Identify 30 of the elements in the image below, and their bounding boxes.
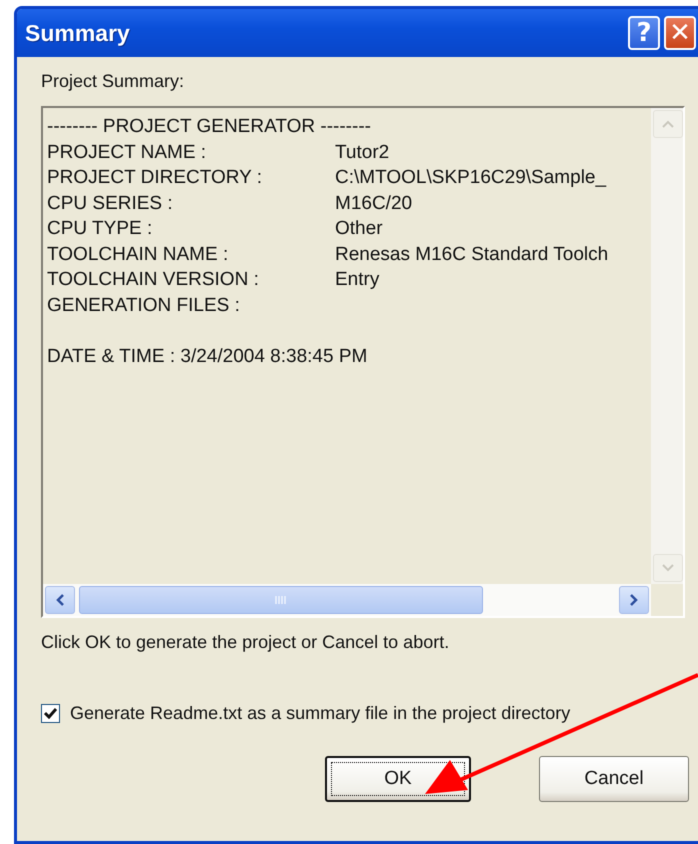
summary-key: CPU SERIES : — [47, 192, 173, 214]
scroll-right-icon[interactable] — [619, 586, 649, 614]
summary-value: M16C/20 — [335, 192, 412, 216]
summary-text-area[interactable] — [41, 106, 685, 618]
summary-key: GENERATION FILES : — [47, 294, 240, 316]
summary-key: PROJECT NAME : — [47, 142, 206, 162]
summary-label: Project Summary: — [41, 71, 186, 92]
vertical-scrollbar[interactable] — [651, 108, 683, 584]
summary-key: TOOLCHAIN VERSION : — [47, 269, 259, 290]
window-title: Summary — [25, 20, 131, 46]
summary-date: DATE & TIME : 3/24/2004 8:38:45 PM — [47, 344, 368, 368]
cancel-button[interactable]: Cancel — [539, 756, 689, 802]
summary-header: -------- PROJECT GENERATOR -------- — [47, 115, 371, 139]
readme-checkbox[interactable] — [41, 704, 60, 723]
summary-value: Entry — [335, 268, 380, 292]
scroll-thumb[interactable] — [79, 586, 483, 614]
scroll-left-icon[interactable] — [45, 586, 75, 614]
help-button[interactable]: ? — [628, 16, 660, 50]
summary-value: C:\MTOOL\SKP16C29\Sample_ — [335, 166, 606, 190]
horizontal-scrollbar[interactable] — [43, 584, 651, 616]
summary-key: TOOLCHAIN NAME : — [47, 244, 228, 264]
scroll-up-icon[interactable] — [653, 110, 683, 138]
summary-value: Tutor2 — [335, 140, 390, 164]
summary-key: CPU TYPE : — [47, 218, 152, 239]
summary-key: PROJECT DIRECTORY : — [47, 167, 262, 188]
checkbox-label: Generate Readme.txt as a summary file in the project directory — [70, 703, 570, 724]
summary-value: Other — [335, 217, 383, 241]
instruction-text: Click OK to generate the project or Cancel to abort. — [41, 632, 450, 653]
close-button[interactable]: ✕ — [664, 16, 696, 50]
summary-value: Renesas M16C Standard Toolch — [335, 242, 608, 266]
